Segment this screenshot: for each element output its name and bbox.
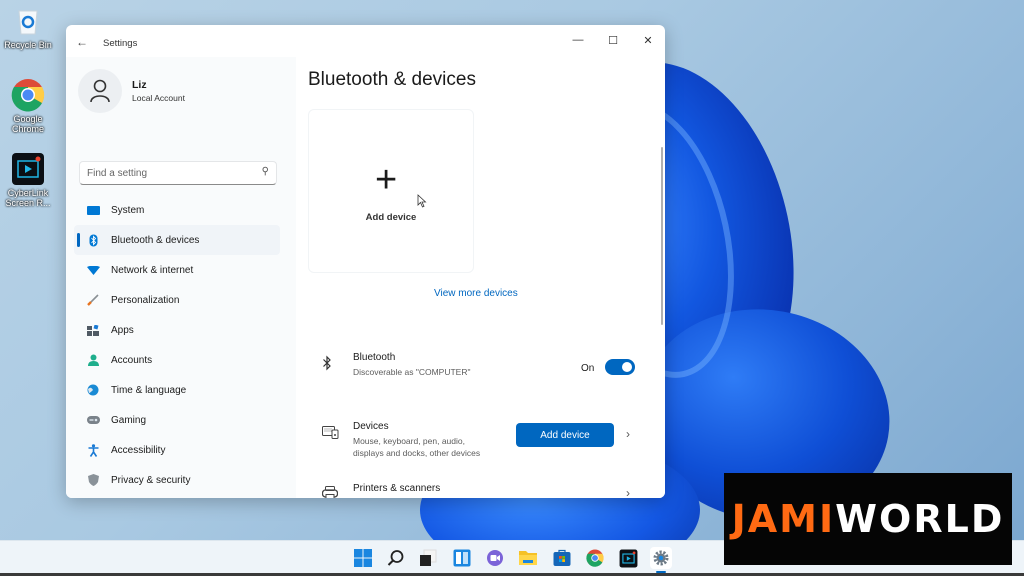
add-device-card[interactable]: + Add device <box>308 109 474 273</box>
desktop-icon-screen-recorder[interactable]: CyberLink Screen R... <box>4 152 52 208</box>
plus-icon: + <box>375 159 398 201</box>
mouse-cursor-icon <box>417 194 427 208</box>
wifi-icon <box>86 263 100 277</box>
scrollbar[interactable] <box>661 147 663 325</box>
bluetooth-icon <box>322 355 332 374</box>
gear-icon <box>653 550 669 566</box>
active-indicator <box>77 233 80 247</box>
sidebar-item-personalization[interactable]: Personalization <box>74 285 280 315</box>
widgets-icon <box>453 549 471 567</box>
sidebar-item-apps[interactable]: Apps <box>74 315 280 345</box>
printer-icon <box>321 486 339 498</box>
taskbar-chrome-button[interactable] <box>584 547 606 569</box>
sidebar-item-bluetooth-devices[interactable]: Bluetooth & devices <box>74 225 280 255</box>
minimize-button[interactable]: — <box>563 30 593 50</box>
sidebar-item-network[interactable]: Network & internet <box>74 255 280 285</box>
apps-icon <box>86 323 100 337</box>
folder-icon <box>519 551 537 565</box>
user-name: Liz <box>132 79 147 91</box>
task-view-icon <box>420 549 437 566</box>
taskbar-screen-recorder-button[interactable] <box>617 547 639 569</box>
printers-subtitle: Preferences, troubleshoot <box>353 497 450 498</box>
person-icon <box>90 79 110 103</box>
avatar[interactable] <box>78 69 122 113</box>
bluetooth-toggle-state: On <box>581 363 595 374</box>
sidebar-item-privacy[interactable]: Privacy & security <box>74 465 280 495</box>
search-input[interactable] <box>80 162 250 184</box>
taskbar-task-view-button[interactable] <box>417 547 439 569</box>
sidebar-item-time-language[interactable]: Time & language <box>74 375 280 405</box>
desktop-icon-recycle-bin[interactable]: Recycle Bin <box>4 4 52 50</box>
watermark-part2: WORLD <box>835 497 1005 541</box>
taskbar-settings-button[interactable] <box>650 547 672 573</box>
sidebar-nav: System Bluetooth & devices Network & int… <box>74 195 280 498</box>
sidebar-item-windows-update[interactable]: Windows Update <box>74 495 280 498</box>
window-title: Settings <box>103 38 138 49</box>
page-title: Bluetooth & devices <box>308 69 476 90</box>
system-icon <box>86 203 100 217</box>
sidebar: Liz Local Account ⚲ System Bluetooth & d… <box>66 57 296 498</box>
accessibility-icon <box>86 443 100 457</box>
taskbar-chat-button[interactable] <box>484 547 506 569</box>
taskbar-widgets-button[interactable] <box>451 547 473 569</box>
desktop-icon-chrome[interactable]: Google Chrome <box>4 78 52 134</box>
chevron-right-icon[interactable]: › <box>626 486 630 498</box>
search-icon[interactable]: ⚲ <box>262 166 269 177</box>
watermark-logo: JAMI WORLD <box>724 473 1012 565</box>
bluetooth-subtitle: Discoverable as "COMPUTER" <box>353 367 471 377</box>
chrome-icon <box>11 78 45 112</box>
chevron-right-icon[interactable]: › <box>626 427 630 441</box>
bluetooth-icon <box>86 233 100 247</box>
bluetooth-row[interactable]: Bluetooth Discoverable as "COMPUTER" On <box>308 342 644 392</box>
printers-scanners-row[interactable]: Printers & scanners Preferences, trouble… <box>308 474 644 498</box>
taskbar-file-explorer-button[interactable] <box>517 547 539 569</box>
accounts-icon <box>86 353 100 367</box>
chrome-icon <box>586 549 604 567</box>
search-box[interactable]: ⚲ <box>79 161 277 185</box>
devices-icon <box>322 425 339 442</box>
recycle-bin-icon <box>11 4 45 38</box>
screen-recorder-icon <box>11 152 45 186</box>
screen-recorder-icon <box>619 549 637 567</box>
store-icon <box>553 549 571 566</box>
devices-subtitle-line1: Mouse, keyboard, pen, audio, <box>353 436 465 446</box>
toggle-knob <box>622 362 632 372</box>
close-button[interactable]: ✕ <box>633 30 663 50</box>
settings-window: ← Settings — ☐ ✕ Liz Local Account ⚲ Sys… <box>66 25 665 498</box>
sidebar-item-accessibility[interactable]: Accessibility <box>74 435 280 465</box>
account-type: Local Account <box>132 93 185 103</box>
main-content: Bluetooth & devices + Add device View mo… <box>296 57 665 498</box>
sidebar-item-gaming[interactable]: Gaming <box>74 405 280 435</box>
globe-icon <box>86 383 100 397</box>
devices-row[interactable]: Devices Mouse, keyboard, pen, audio, dis… <box>308 404 644 464</box>
shield-icon <box>86 473 100 487</box>
devices-subtitle-line2: displays and docks, other devices <box>353 448 481 458</box>
search-icon <box>387 550 404 566</box>
sidebar-item-system[interactable]: System <box>74 195 280 225</box>
devices-title: Devices <box>353 421 389 432</box>
bluetooth-toggle[interactable] <box>605 359 635 375</box>
title-bar: ← Settings — ☐ ✕ <box>66 25 665 57</box>
maximize-button[interactable]: ☐ <box>598 30 628 50</box>
chat-icon <box>487 550 503 566</box>
back-button[interactable]: ← <box>76 35 88 49</box>
add-device-button[interactable]: Add device <box>516 423 614 447</box>
add-device-card-label: Add device <box>365 212 417 223</box>
brush-icon <box>86 293 100 307</box>
taskbar-search-button[interactable] <box>385 547 407 569</box>
watermark-part1: JAMI <box>731 497 836 541</box>
taskbar-start-button[interactable] <box>352 547 374 569</box>
gamepad-icon <box>86 413 100 427</box>
view-more-devices-link[interactable]: View more devices <box>434 288 518 299</box>
windows-logo-icon <box>354 549 372 567</box>
bluetooth-title: Bluetooth <box>353 352 396 363</box>
printers-title: Printers & scanners <box>353 483 441 494</box>
taskbar-store-button[interactable] <box>551 547 573 569</box>
sidebar-item-accounts[interactable]: Accounts <box>74 345 280 375</box>
